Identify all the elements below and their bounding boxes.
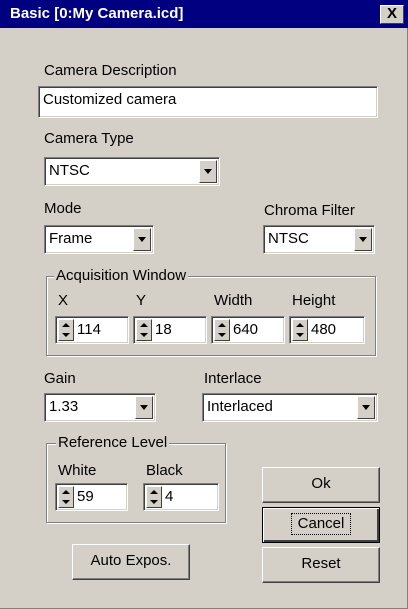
gain-select[interactable]: 1.33 <box>44 393 156 422</box>
y-value: 18 <box>155 321 172 338</box>
x-spinner[interactable]: 114 <box>55 316 129 344</box>
close-icon[interactable]: X <box>380 5 404 24</box>
auto-expos-button[interactable]: Auto Expos. <box>72 544 190 580</box>
cancel-button[interactable]: Cancel <box>262 507 380 543</box>
reference-level-title: Reference Level <box>56 434 170 452</box>
camera-type-select[interactable]: NTSC <box>44 157 220 186</box>
title-bar[interactable]: Basic [0:My Camera.icd] X <box>0 0 408 28</box>
acquisition-window-title: Acquisition Window <box>54 267 189 285</box>
reset-button[interactable]: Reset <box>262 547 380 583</box>
x-label: X <box>58 292 69 309</box>
spin-arrows-icon[interactable] <box>58 486 74 508</box>
cancel-button-label: Cancel <box>290 513 352 535</box>
chevron-down-icon[interactable] <box>133 228 151 251</box>
gain-value: 1.33 <box>49 398 79 415</box>
x-value: 114 <box>77 321 101 338</box>
black-label: Black <box>146 462 183 479</box>
mode-label: Mode <box>44 200 82 217</box>
width-label: Width <box>214 292 253 309</box>
spin-arrows-icon[interactable] <box>146 486 162 508</box>
chevron-down-icon[interactable] <box>357 396 375 419</box>
camera-type-value: NTSC <box>49 162 90 179</box>
spin-arrows-icon[interactable] <box>214 319 230 341</box>
white-spinner[interactable]: 59 <box>55 483 128 511</box>
interlace-label: Interlace <box>204 370 262 387</box>
chevron-down-icon[interactable] <box>354 228 372 251</box>
camera-description-input[interactable]: Customized camera <box>38 86 378 118</box>
spin-arrows-icon[interactable] <box>292 319 308 341</box>
width-value: 640 <box>233 321 259 338</box>
chroma-filter-label: Chroma Filter <box>264 202 355 219</box>
y-spinner[interactable]: 18 <box>133 316 207 344</box>
camera-description-label: Camera Description <box>44 62 177 79</box>
y-label: Y <box>136 292 147 309</box>
camera-type-label: Camera Type <box>44 130 134 147</box>
white-label: White <box>58 462 97 479</box>
chroma-filter-value: NTSC <box>268 230 309 247</box>
height-value: 480 <box>311 321 337 338</box>
chroma-filter-select[interactable]: NTSC <box>263 225 375 254</box>
chevron-down-icon[interactable] <box>199 160 217 183</box>
height-spinner[interactable]: 480 <box>289 316 365 344</box>
ok-button[interactable]: Ok <box>262 467 380 503</box>
gain-label: Gain <box>44 370 76 387</box>
height-label: Height <box>292 292 336 309</box>
black-spinner[interactable]: 4 <box>143 483 219 511</box>
chevron-down-icon[interactable] <box>135 396 153 419</box>
mode-value: Frame <box>49 230 93 247</box>
interlace-value: Interlaced <box>207 398 273 415</box>
dialog-window: Basic [0:My Camera.icd] X Camera Descrip… <box>0 0 408 609</box>
mode-select[interactable]: Frame <box>44 225 154 254</box>
interlace-select[interactable]: Interlaced <box>202 393 378 422</box>
white-value: 59 <box>77 488 94 505</box>
black-value: 4 <box>165 488 174 505</box>
spin-arrows-icon[interactable] <box>58 319 74 341</box>
width-spinner[interactable]: 640 <box>211 316 285 344</box>
camera-description-value: Customized camera <box>43 91 177 108</box>
window-title: Basic [0:My Camera.icd] <box>10 5 184 22</box>
spin-arrows-icon[interactable] <box>136 319 152 341</box>
